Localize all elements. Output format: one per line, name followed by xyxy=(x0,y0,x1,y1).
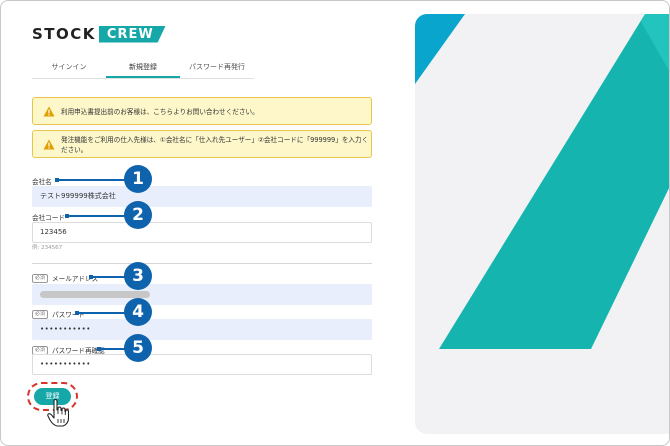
company-code-input[interactable]: 123456 xyxy=(32,222,372,243)
required-badge: 必須 xyxy=(32,309,49,319)
tab-signin[interactable]: サインイン xyxy=(32,59,106,78)
callout-4: 4 xyxy=(124,298,152,326)
logo-stock-text: STOCK xyxy=(32,25,96,43)
alert-contact-text: 利用申込書提出前のお客様は、こちらよりお問い合わせください。 xyxy=(61,108,259,116)
alert-contact: 利用申込書提出前のお客様は、こちらよりお問い合わせください。 xyxy=(32,97,372,125)
warning-icon xyxy=(43,106,55,116)
auth-tabs: サインイン 新規登録 パスワード再発行 xyxy=(32,59,254,79)
company-code-label-text: 会社コード xyxy=(32,214,65,222)
company-name-input[interactable]: テスト999999株式会社 xyxy=(32,186,372,207)
password-confirm-input[interactable]: ••••••••••• xyxy=(32,354,372,375)
callout-5: 5 xyxy=(124,334,152,362)
password-label-text: パスワード xyxy=(52,311,85,319)
callout-4-leader xyxy=(77,312,127,314)
callout-1: 1 xyxy=(124,165,152,193)
brand-graphic xyxy=(415,14,669,349)
callout-5-leader xyxy=(99,348,127,350)
callout-3-leader xyxy=(91,276,127,278)
warning-icon xyxy=(43,139,55,149)
callout-2-leader xyxy=(67,215,127,217)
page-frame: STOCK CREW サインイン 新規登録 パスワード再発行 利用申込書提出前の… xyxy=(0,0,670,446)
callout-3: 3 xyxy=(124,262,152,290)
hand-pointer-icon xyxy=(47,399,69,427)
email-redacted-value xyxy=(40,291,150,298)
alert-supplier: 発注機能をご利用の仕入先様は、①会社名に「仕入れ先ユーザー」②会社コードに「99… xyxy=(32,130,372,158)
tab-password-reset[interactable]: パスワード再発行 xyxy=(180,59,254,78)
company-name-label: 会社名 xyxy=(32,176,52,186)
stock-crew-logo: STOCK CREW xyxy=(32,25,166,43)
required-badge: 必須 xyxy=(32,273,49,283)
logo-crew-text: CREW xyxy=(98,25,166,43)
alert-supplier-text: 発注機能をご利用の仕入先様は、①会社名に「仕入れ先ユーザー」②会社コードに「99… xyxy=(61,136,369,154)
callout-1-leader xyxy=(57,179,127,181)
divider xyxy=(32,263,372,264)
password-input[interactable]: ••••••••••• xyxy=(32,319,372,340)
callout-2: 2 xyxy=(124,201,152,229)
tab-register[interactable]: 新規登録 xyxy=(106,59,180,78)
brand-panel xyxy=(415,14,669,434)
company-name-label-text: 会社名 xyxy=(32,178,52,186)
company-code-hint: 例: 234567 xyxy=(32,245,63,251)
company-code-label: 会社コード xyxy=(32,212,65,222)
